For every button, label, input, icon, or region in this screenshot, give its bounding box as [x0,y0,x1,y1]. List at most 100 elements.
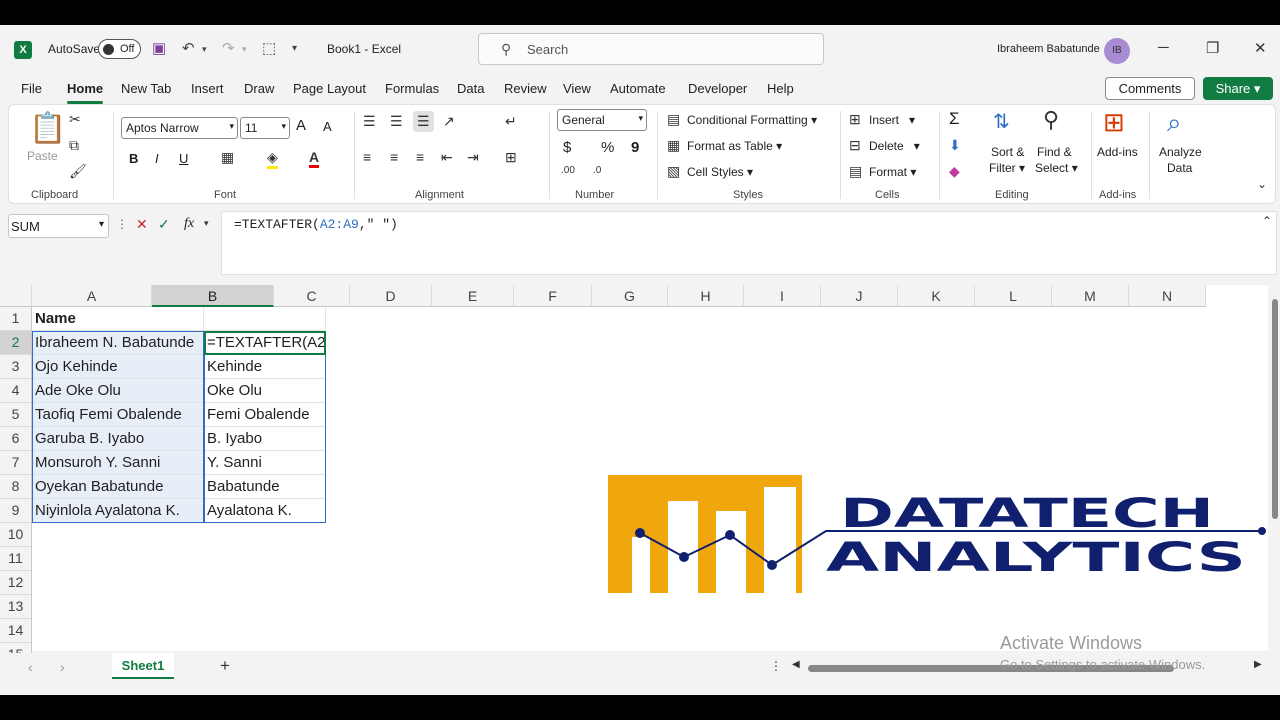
column-header-k[interactable]: K [898,285,975,307]
cell-a3[interactable]: Ojo Kehinde [32,355,204,379]
redo-icon[interactable]: ↷ [222,39,235,57]
font-name-select[interactable]: Aptos Narrow ▾ [121,117,238,139]
scroll-right-icon[interactable]: ▶ [1254,659,1262,670]
scroll-left-icon[interactable]: ◀ [792,659,800,670]
save-icon[interactable]: ▣ [152,39,166,57]
collapse-ribbon-icon[interactable]: ⌄ [1257,177,1267,191]
find-select-icon[interactable]: ⚲ [1043,107,1059,133]
bold-button[interactable]: B [129,151,138,166]
addins-icon[interactable]: ⊞ [1103,107,1125,138]
formula-input[interactable]: =TEXTAFTER(A2:A9," ") ⌃ [221,211,1277,275]
borders-icon[interactable]: ▦ [221,149,234,166]
tab-draw[interactable]: Draw [244,81,274,96]
row-header-4[interactable]: 4 [0,379,32,403]
font-size-select[interactable]: 11 ▾ [240,117,290,139]
cell-b8[interactable]: Babatunde [204,475,326,499]
column-header-f[interactable]: F [514,285,592,307]
row-header-14[interactable]: 14 [0,619,32,643]
name-box[interactable]: SUM ▾ [8,214,109,238]
align-right-icon[interactable]: ≡ [416,149,424,165]
comma-button[interactable]: 9 [631,139,639,156]
format-cells-icon[interactable]: ▤ [849,163,862,180]
currency-button[interactable]: $ [563,139,571,156]
merge-center-icon[interactable]: ⊞ [505,149,517,166]
cell-b9[interactable]: Ayalatona K. [204,499,326,523]
cell-a2[interactable]: Ibraheem N. Babatunde [32,331,204,355]
enter-icon[interactable]: ✓ [158,216,170,233]
format-cells-button[interactable]: Format ▾ [869,165,916,179]
column-header-i[interactable]: I [744,285,821,307]
comments-button[interactable]: Comments [1105,77,1195,100]
italic-button[interactable]: I [155,151,159,166]
fill-color-icon[interactable]: ◈ [267,149,278,169]
tab-review[interactable]: Review [504,81,547,96]
close-icon[interactable]: ✕ [1254,39,1267,57]
autosave-toggle[interactable]: Off [98,39,141,59]
sheet-options-icon[interactable]: ⋮ [770,659,782,673]
tab-home[interactable]: Home [67,81,104,104]
analyze-data-line1[interactable]: Analyze [1159,145,1202,159]
select-all[interactable] [0,285,32,307]
redo-dropdown-icon[interactable]: ▾ [242,44,247,55]
percent-button[interactable]: % [601,139,614,156]
wrap-text-icon[interactable]: ↵ [505,113,517,130]
row-header-11[interactable]: 11 [0,547,32,571]
cell-b1[interactable] [204,307,326,331]
row-header-6[interactable]: 6 [0,427,32,451]
underline-button[interactable]: U [179,151,188,166]
row-header-2[interactable]: 2 [0,331,32,355]
column-header-m[interactable]: M [1052,285,1129,307]
align-left-icon[interactable]: ≡ [363,149,371,165]
row-header-3[interactable]: 3 [0,355,32,379]
collapse-formula-icon[interactable]: ⌃ [1262,214,1272,228]
cell-a7[interactable]: Monsuroh Y. Sanni [32,451,204,475]
add-sheet-button[interactable]: + [220,656,230,676]
present-icon[interactable]: ⬚ [262,39,276,57]
insert-function-button[interactable]: fx [184,216,194,232]
cell-a4[interactable]: Ade Oke Olu [32,379,204,403]
tab-data[interactable]: Data [457,81,484,96]
cancel-icon[interactable]: ✕ [136,216,148,233]
sort-filter-icon[interactable]: ⇅ [993,109,1010,134]
cell-b6[interactable]: B. Iyabo [204,427,326,451]
number-format-select[interactable]: General ▾ [557,109,647,131]
delete-cells-icon[interactable]: ⊟ [849,137,861,154]
align-middle-icon[interactable]: ☰ [390,113,403,130]
next-sheet-icon[interactable]: › [60,659,65,675]
delete-cells-button[interactable]: Delete ▾ [869,139,920,153]
increase-indent-icon[interactable]: ⇥ [467,149,479,166]
column-header-e[interactable]: E [432,285,514,307]
increase-decimal-icon[interactable]: .00 [561,165,575,176]
tab-file[interactable]: File [21,81,42,96]
row-header-10[interactable]: 10 [0,523,32,547]
column-header-l[interactable]: L [975,285,1052,307]
row-header-5[interactable]: 5 [0,403,32,427]
avatar[interactable]: IB [1104,38,1130,64]
analyze-data-icon[interactable]: ⌕ [1167,107,1182,139]
cell-styles-button[interactable]: Cell Styles ▾ [687,165,753,179]
cell-b2[interactable]: =TEXTAFTER(A2: [204,331,326,355]
cell-a6[interactable]: Garuba B. Iyabo [32,427,204,451]
row-header-8[interactable]: 8 [0,475,32,499]
column-header-b[interactable]: B [152,285,274,307]
worksheet-grid[interactable]: ABCDEFGHIJKLMN 123456789101112131415 Nam… [0,285,1268,667]
undo-icon[interactable]: ↶ [182,39,195,57]
cut-icon[interactable]: ✂ [69,111,81,128]
tab-page-layout[interactable]: Page Layout [293,81,366,96]
paste-button[interactable]: Paste [27,149,58,163]
align-top-icon[interactable]: ☰ [363,113,376,130]
customize-toolbar-icon[interactable]: ▾ [292,43,297,54]
column-header-a[interactable]: A [32,285,152,307]
share-button[interactable]: Share ▾ [1203,77,1273,100]
minimize-icon[interactable]: ─ [1158,39,1169,56]
column-header-c[interactable]: C [274,285,350,307]
font-color-icon[interactable]: A [309,149,320,168]
conditional-formatting-button[interactable]: Conditional Formatting ▾ [687,113,817,127]
restore-icon[interactable]: ❐ [1206,39,1219,57]
cell-a8[interactable]: Oyekan Babatunde [32,475,204,499]
cell-a5[interactable]: Taofiq Femi Obalende [32,403,204,427]
find-select-button[interactable]: Select ▾ [1035,161,1078,175]
cell-a1[interactable]: Name [32,307,204,331]
format-table-icon[interactable]: ▦ [667,137,680,154]
autosum-button[interactable]: Σ [949,109,960,129]
